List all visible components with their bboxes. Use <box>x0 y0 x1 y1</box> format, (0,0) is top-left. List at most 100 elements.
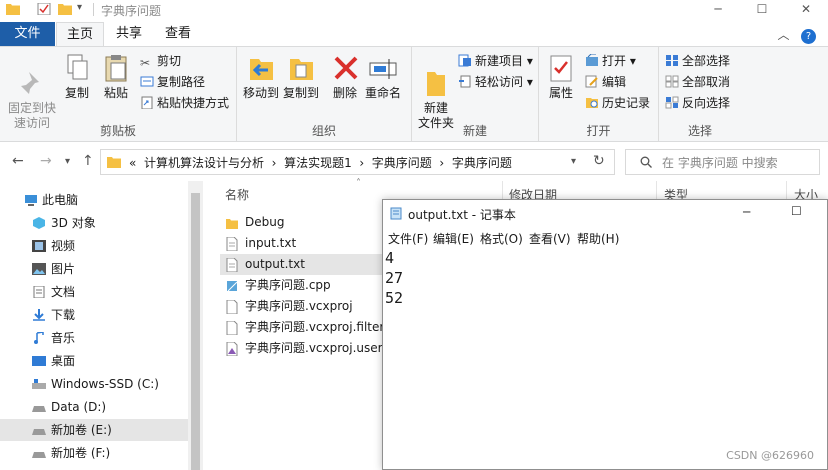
vs-user-file-icon <box>226 342 238 356</box>
notepad-window[interactable]: output.txt - 记事本 ─ ☐ 文件(F) 编辑(E) 格式(O) 查… <box>382 199 828 470</box>
notepad-text-area[interactable]: 4 27 52 <box>385 248 403 308</box>
maximize-button[interactable]: ☐ <box>740 0 784 20</box>
breadcrumb-item[interactable]: 字典序问题 <box>372 156 432 170</box>
nav-item-3d-objects[interactable]: 3D 对象 <box>0 212 188 234</box>
recent-locations-chevron-icon[interactable]: ▾ <box>65 156 70 167</box>
breadcrumb-item[interactable]: 字典序问题 <box>452 156 512 170</box>
copy-button[interactable]: 复制 <box>60 51 94 101</box>
nav-scroll-thumb[interactable] <box>191 193 200 470</box>
clipboard-group: 固定到快 速访问 复制 粘贴 ✂ 剪切 复制路径 粘贴快捷方式 剪贴板 <box>0 47 237 141</box>
notepad-maximize-button[interactable]: ☐ <box>791 204 802 218</box>
cut-button[interactable]: ✂ 剪切 <box>140 51 181 71</box>
menu-edit[interactable]: 编辑(E) <box>433 230 474 247</box>
file-row-input-txt[interactable]: input.txt <box>220 233 384 254</box>
search-placeholder: 在 字典序问题 中搜索 <box>662 156 778 170</box>
history-button[interactable]: 历史记录 <box>585 93 650 113</box>
select-group: 全部选择 全部取消 反向选择 选择 <box>659 47 741 141</box>
file-row-output-txt[interactable]: output.txt <box>220 254 396 275</box>
nav-item-drive-d[interactable]: Data (D:) <box>0 396 188 418</box>
nav-scrollbar[interactable] <box>188 181 203 470</box>
customize-quick-access-icon[interactable]: ▾ <box>77 2 91 14</box>
new-folder-quick-icon[interactable] <box>58 3 72 15</box>
menu-view[interactable]: 查看(V) <box>529 230 571 247</box>
search-input[interactable]: 在 字典序问题 中搜索 <box>625 149 820 175</box>
menu-format[interactable]: 格式(O) <box>480 230 523 247</box>
pin-quick-access-button[interactable]: 固定到快 速访问 <box>4 51 60 131</box>
rename-button[interactable]: 重命名 <box>363 51 403 101</box>
move-to-button[interactable]: 移动到 <box>241 51 281 101</box>
select-none-button[interactable]: 全部取消 <box>665 72 730 92</box>
nav-item-videos[interactable]: 视频 <box>0 235 188 257</box>
edit-button[interactable]: 编辑 <box>585 72 626 92</box>
tab-file[interactable]: 文件 <box>0 22 55 46</box>
invert-selection-button[interactable]: 反向选择 <box>665 93 730 113</box>
forward-arrow-icon[interactable]: → <box>40 153 52 169</box>
open-group: 属性 打开 ▾ 编辑 历史记录 打开 <box>539 47 659 141</box>
nav-item-drive-e[interactable]: 新加卷 (E:) <box>0 419 188 441</box>
new-folder-button[interactable]: 新建 文件夹 <box>416 51 456 131</box>
scissors-icon: ✂ <box>140 56 151 70</box>
drive-icon <box>32 406 46 412</box>
file-row-vcxproj[interactable]: 字典序问题.vcxproj <box>220 296 384 317</box>
history-icon <box>586 98 598 108</box>
clipboard-group-label: 剪贴板 <box>99 124 136 138</box>
nav-item-this-pc[interactable]: 此电脑 <box>0 189 188 211</box>
tab-view[interactable]: 查看 <box>155 22 201 46</box>
notepad-icon <box>390 207 402 220</box>
nav-item-drive-c[interactable]: Windows-SSD (C:) <box>0 373 188 395</box>
new-item-button[interactable]: 新建项目 ▾ <box>458 51 533 71</box>
file-row-vcxproj-filters[interactable]: 字典序问题.vcxproj.filters <box>220 317 391 338</box>
breadcrumb-item[interactable]: 计算机算法设计与分析 <box>144 156 264 170</box>
tab-home[interactable]: 主页 <box>56 22 104 46</box>
text-file-icon <box>226 237 238 251</box>
file-row-debug-folder[interactable]: Debug <box>220 212 384 233</box>
nav-item-music[interactable]: 音乐 <box>0 327 188 349</box>
nav-item-documents[interactable]: 文档 <box>0 281 188 303</box>
menu-help[interactable]: 帮助(H) <box>577 230 619 247</box>
edit-icon <box>585 75 598 88</box>
titlebar-separator <box>93 3 94 16</box>
refresh-icon[interactable]: ↻ <box>593 153 605 169</box>
nav-item-drive-f[interactable]: 新加卷 (F:) <box>0 442 188 464</box>
notepad-titlebar[interactable]: output.txt - 记事本 ─ ☐ <box>383 200 827 227</box>
copy-path-button[interactable]: 复制路径 <box>140 72 205 92</box>
column-header-name[interactable]: 名称 <box>225 186 249 203</box>
file-row-vcxproj-user[interactable]: 字典序问题.vcxproj.user <box>220 338 384 359</box>
new-folder-icon <box>427 72 445 96</box>
notepad-menubar: 文件(F) 编辑(E) 格式(O) 查看(V) 帮助(H) <box>383 228 827 248</box>
paste-shortcut-button[interactable]: 粘贴快捷方式 <box>140 93 229 113</box>
up-arrow-icon[interactable]: ↑ <box>82 153 94 169</box>
breadcrumb-overflow[interactable]: « <box>129 156 136 170</box>
menu-file[interactable]: 文件(F) <box>388 230 428 247</box>
ribbon: 固定到快 速访问 复制 粘贴 ✂ 剪切 复制路径 粘贴快捷方式 剪贴板 移动到 复… <box>0 46 828 142</box>
file-row-cpp[interactable]: 字典序问题.cpp <box>220 275 384 296</box>
properties-quick-icon[interactable] <box>37 3 51 15</box>
nav-item-desktop[interactable]: 桌面 <box>0 350 188 372</box>
properties-button[interactable]: 属性 <box>543 51 579 101</box>
copy-to-button[interactable]: 复制到 <box>281 51 321 101</box>
delete-icon <box>334 56 358 80</box>
collapse-ribbon-icon[interactable]: ︿ <box>778 28 790 42</box>
paste-button[interactable]: 粘贴 <box>98 51 134 101</box>
easy-access-button[interactable]: 轻松访问 ▾ <box>458 72 533 92</box>
help-icon[interactable]: ? <box>801 29 816 44</box>
nav-item-downloads[interactable]: 下载 <box>0 304 188 326</box>
open-button[interactable]: 打开 ▾ <box>585 51 636 71</box>
drive-icon <box>32 452 46 458</box>
sort-ascending-icon: ˄ <box>356 178 361 189</box>
address-path-box[interactable]: « 计算机算法设计与分析 › 算法实现题1 › 字典序问题 › 字典序问题 ▾ … <box>100 149 615 175</box>
explorer-titlebar: ▾ 字典序问题 ─ ☐ ✕ <box>0 0 828 20</box>
select-all-button[interactable]: 全部选择 <box>665 51 730 71</box>
nav-item-pictures[interactable]: 图片 <box>0 258 188 280</box>
tab-share[interactable]: 共享 <box>107 22 151 46</box>
breadcrumb-item[interactable]: 算法实现题1 <box>284 156 352 170</box>
notepad-minimize-button[interactable]: ─ <box>743 205 750 219</box>
delete-button[interactable]: 删除 <box>331 51 359 101</box>
address-dropdown-icon[interactable]: ▾ <box>571 156 576 167</box>
pictures-icon <box>32 263 46 275</box>
close-button[interactable]: ✕ <box>784 0 828 20</box>
computer-icon <box>25 195 37 206</box>
generic-file-icon <box>226 321 238 335</box>
back-arrow-icon[interactable]: ← <box>12 153 24 169</box>
minimize-button[interactable]: ─ <box>696 0 740 20</box>
